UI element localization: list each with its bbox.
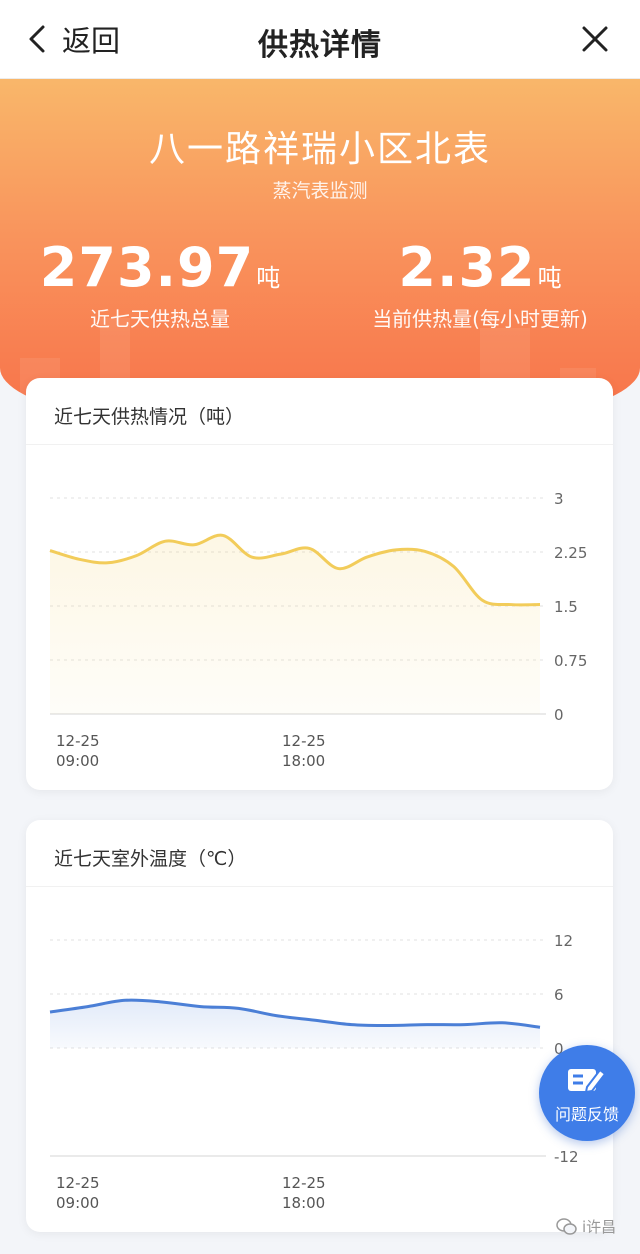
- current-heat-unit: 吨: [537, 264, 562, 292]
- wechat-icon: [556, 1217, 577, 1235]
- x-tick-label: 09:00: [56, 752, 99, 770]
- current-heat-stat: 2.32吨 当前供热量(每小时更新): [320, 236, 640, 332]
- heat-chart-card: 近七天供热情况（吨） 3 2.25 1.5 0.75 0 12-25 09:00 12-25 1…: [26, 378, 613, 790]
- total-heat-stat: 273.97吨 近七天供热总量: [0, 236, 320, 332]
- nav-bar: 返回 供热详情: [0, 0, 640, 79]
- y-tick-label: 1.5: [554, 598, 578, 616]
- x-tick-label: 12-25: [282, 732, 326, 750]
- feedback-button[interactable]: 问题反馈: [539, 1045, 635, 1141]
- total-heat-unit: 吨: [256, 264, 281, 292]
- x-tick-label: 12-25: [56, 1174, 100, 1192]
- x-tick-label: 09:00: [56, 1194, 99, 1212]
- y-tick-label: 2.25: [554, 544, 587, 562]
- y-tick-label: 3: [554, 490, 564, 508]
- x-tick-label: 18:00: [282, 752, 325, 770]
- watermark: i许昌: [556, 1216, 616, 1237]
- edit-icon: [568, 1068, 607, 1094]
- temperature-chart: 1260-1212-2509:0012-2518:00: [49, 932, 579, 1212]
- x-tick-label: 18:00: [282, 1194, 325, 1212]
- feedback-label: 问题反馈: [554, 1105, 619, 1124]
- x-tick-label: 12-25: [56, 732, 100, 750]
- heat-chart: 3 2.25 1.5 0.75 0 12-25 09:00 12-25 18:00: [49, 490, 587, 770]
- current-heat-value: 2.32: [398, 236, 536, 299]
- temperature-chart-card: 近七天室外温度（℃） 12 6 0 -12 12-25 09:00 12-25 18:00: [26, 820, 613, 1232]
- watermark-text: i许昌: [582, 1218, 617, 1236]
- meter-type: 蒸汽表监测: [272, 180, 368, 202]
- y-tick-label: 0: [554, 706, 564, 724]
- current-heat-label: 当前供热量(每小时更新): [372, 307, 588, 331]
- y-tick-label: 0.75: [554, 652, 587, 670]
- y-tick-label: 12: [554, 932, 573, 950]
- y-tick-label: -12: [554, 1148, 579, 1166]
- total-heat-value: 273.97: [39, 236, 255, 299]
- close-icon[interactable]: [580, 24, 610, 54]
- series-area: [50, 535, 540, 714]
- meter-name: 八一路祥瑞小区北表: [148, 129, 491, 170]
- y-tick-label: 6: [554, 986, 564, 1004]
- total-heat-label: 近七天供热总量: [90, 307, 230, 331]
- x-tick-label: 12-25: [282, 1174, 326, 1192]
- page-title: 供热详情: [258, 28, 382, 63]
